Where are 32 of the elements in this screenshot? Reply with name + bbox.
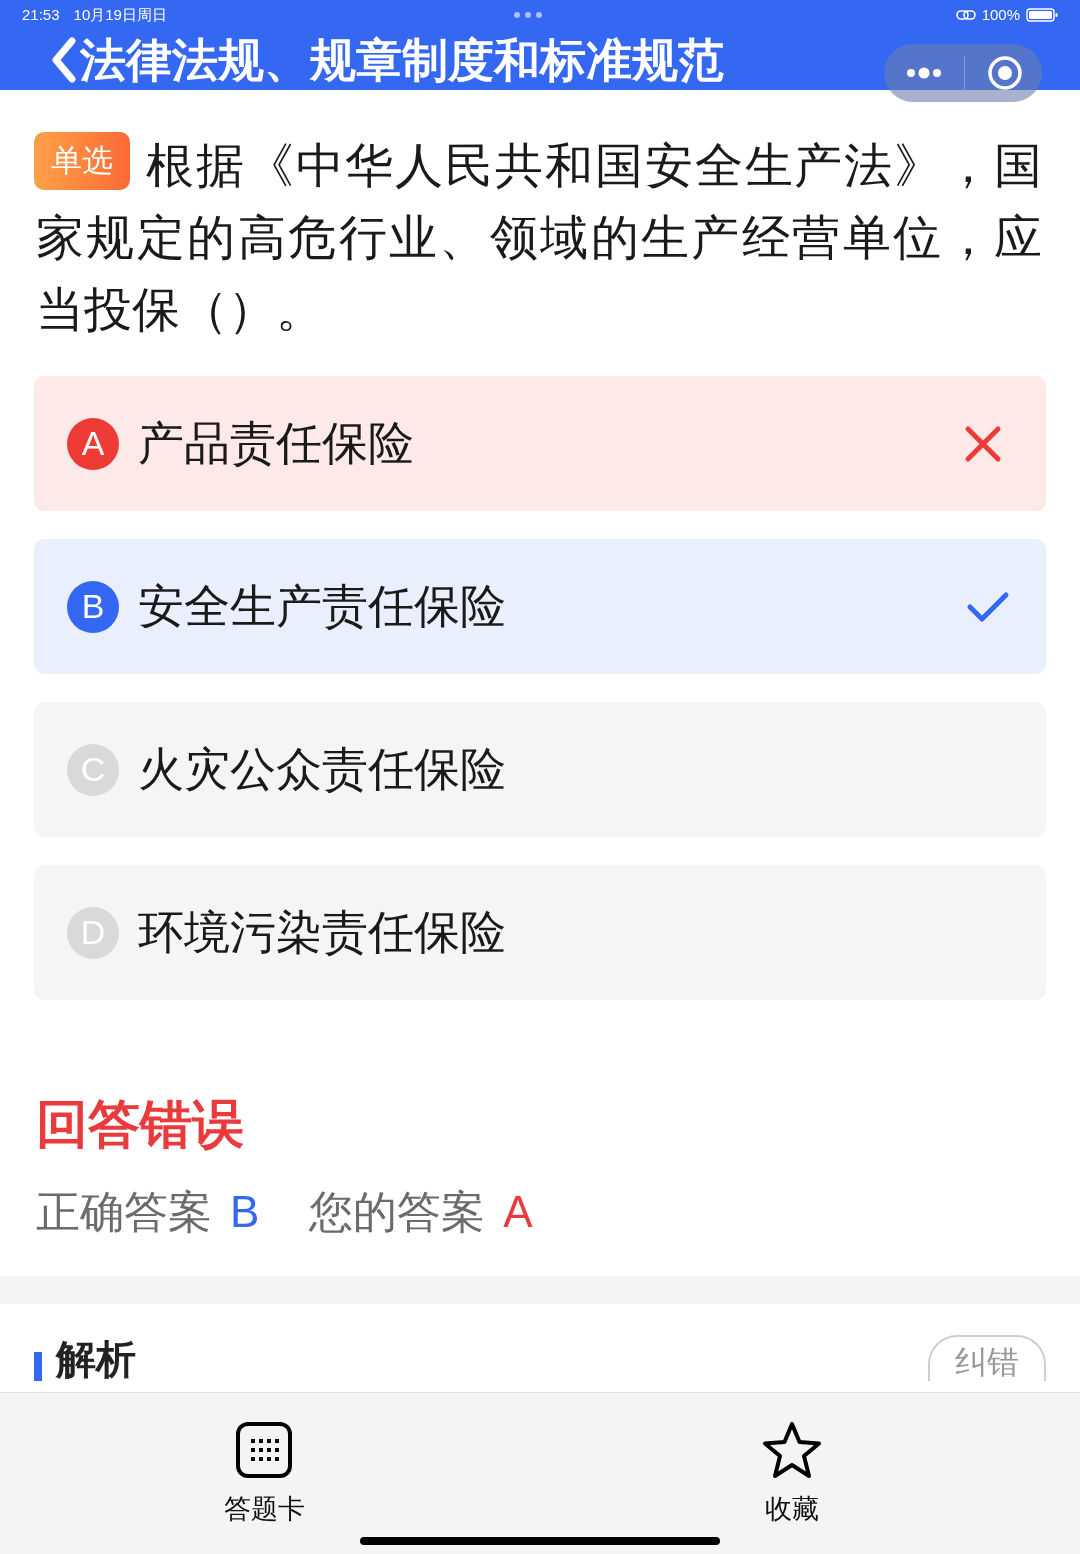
more-icon[interactable] — [906, 67, 942, 79]
option-letter: A — [67, 417, 119, 470]
correct-answer-label: 正确答案 — [36, 1186, 212, 1238]
grid-icon — [235, 1421, 293, 1479]
result-title: 回答错误 — [35, 1094, 245, 1155]
page-title: 法律法规、规章制度和标准规范 — [80, 33, 724, 88]
check-icon — [966, 589, 1010, 624]
status-date: 10月19日周日 — [73, 4, 167, 25]
link-icon — [955, 9, 976, 21]
option-text: 火灾公众责任保险 — [138, 742, 506, 797]
star-icon — [761, 1421, 823, 1479]
battery-percent: 100% — [981, 4, 1020, 25]
dots-icon — [512, 11, 543, 19]
answer-card-button[interactable]: 答题卡 — [223, 1421, 305, 1527]
question-text: 单选 根据《中华人民共和国安全生产法》，国家规定的高危行业、领域的生产经营单位，应当投保（）。 — [36, 130, 1042, 346]
correct-answer-value: B — [230, 1186, 260, 1238]
status-time: 21:53 — [22, 4, 60, 25]
cross-icon — [964, 424, 1002, 463]
answer-option[interactable]: B 安全生产责任保险 — [34, 539, 1046, 674]
option-text: 环境污染责任保险 — [138, 905, 506, 960]
option-text: 安全生产责任保险 — [138, 579, 506, 634]
your-answer-label: 您的答案 — [309, 1186, 486, 1238]
answer-option[interactable]: A 产品责任保险 — [34, 376, 1046, 511]
battery-icon — [1026, 8, 1058, 22]
section-marker — [34, 1352, 42, 1381]
your-answer-value: A — [503, 1186, 533, 1238]
favorite-button[interactable]: 收藏 — [761, 1421, 823, 1527]
analysis-title: 解析 — [56, 1337, 136, 1381]
option-text: 产品责任保险 — [138, 416, 414, 471]
question-type-badge: 单选 — [34, 132, 130, 190]
option-letter: B — [67, 580, 119, 633]
close-target-icon[interactable] — [987, 55, 1023, 91]
